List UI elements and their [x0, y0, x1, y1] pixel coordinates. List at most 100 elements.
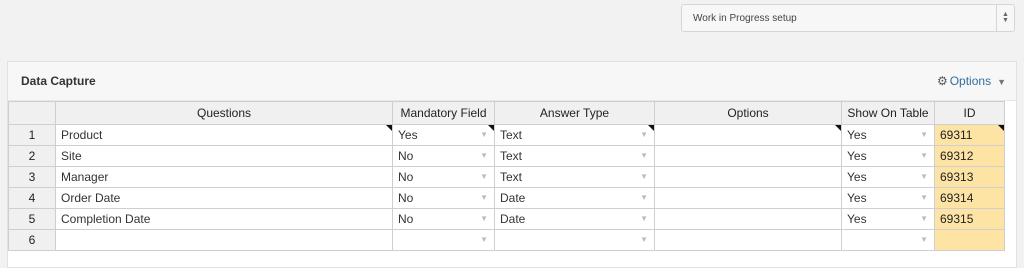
dropdown-arrow-icon[interactable]: ▼ — [920, 214, 928, 223]
data-capture-panel: Data Capture ⚙ Options ▼ Questions Mandato… — [7, 61, 1017, 268]
mandatory-field-cell[interactable]: No ▼ — [392, 166, 495, 188]
comment-marker-icon — [998, 125, 1004, 131]
id-cell: 69311 — [934, 124, 1005, 146]
dropdown-arrow-icon[interactable]: ▼ — [640, 193, 648, 202]
question-cell-value: Manager — [61, 170, 109, 184]
id-cell-value: 69314 — [940, 191, 974, 205]
row-number: 4 — [8, 187, 56, 209]
dropdown-arrow-icon[interactable]: ▼ — [480, 151, 488, 160]
row-number-value: 4 — [28, 191, 36, 205]
answer-type-cell[interactable]: Text ▼ — [494, 166, 655, 188]
dropdown-arrow-icon[interactable]: ▼ — [480, 235, 488, 244]
show-on-table-cell-value: Yes — [847, 128, 867, 142]
mandatory-field-cell[interactable]: No ▼ — [392, 208, 495, 230]
setup-select[interactable]: Work in Progress setup ▲ ▼ — [681, 4, 1015, 32]
dropdown-arrow-icon[interactable]: ▼ — [920, 130, 928, 139]
comment-marker-icon — [386, 125, 392, 131]
dropdown-arrow-icon[interactable]: ▼ — [480, 172, 488, 181]
column-header-questions[interactable]: Questions — [55, 101, 393, 125]
id-cell-value: 69313 — [940, 170, 974, 184]
column-header-mandatory-field[interactable]: Mandatory Field — [392, 101, 495, 125]
comment-marker-icon — [648, 125, 654, 131]
options-cell[interactable] — [654, 145, 842, 167]
id-cell-value: 69311 — [940, 128, 973, 142]
table-row: 5 Completion Date No ▼ Date ▼ Yes ▼ 69315 — [8, 208, 1005, 230]
table-row: 6 ▼ ▼ ▼ — [8, 229, 1005, 251]
options-label: Options — [949, 74, 992, 88]
row-number-value: 6 — [28, 233, 36, 247]
column-header-id[interactable]: ID — [934, 101, 1005, 125]
show-on-table-cell[interactable]: Yes ▼ — [841, 187, 935, 209]
answer-type-cell-value: Text — [500, 149, 523, 163]
dropdown-arrow-icon[interactable]: ▼ — [920, 193, 928, 202]
dropdown-arrow-icon[interactable]: ▼ — [640, 235, 648, 244]
table-row: 2 Site No ▼ Text ▼ Yes ▼ 69312 — [8, 145, 1005, 167]
row-number-value: 5 — [28, 212, 36, 226]
panel-header: Data Capture ⚙ Options ▼ — [8, 62, 1016, 101]
dropdown-arrow-icon[interactable]: ▼ — [480, 130, 488, 139]
mandatory-field-cell-value: No — [398, 170, 414, 184]
answer-type-cell[interactable]: ▼ — [494, 229, 655, 251]
question-cell[interactable]: Completion Date — [55, 208, 393, 230]
mandatory-field-cell[interactable]: No ▼ — [392, 187, 495, 209]
show-on-table-cell[interactable]: Yes ▼ — [841, 145, 935, 167]
id-cell: 69314 — [934, 187, 1005, 209]
mandatory-field-cell-value: No — [398, 191, 414, 205]
show-on-table-cell-value: Yes — [847, 170, 867, 184]
row-number: 1 — [8, 124, 56, 146]
mandatory-field-cell-value: Yes — [398, 128, 418, 142]
caret-down-icon: ▼ — [997, 77, 1006, 87]
answer-type-cell[interactable]: Text ▼ — [494, 124, 655, 146]
setup-select-value: Work in Progress setup — [693, 13, 797, 24]
answer-type-cell[interactable]: Date ▼ — [494, 208, 655, 230]
options-menu-button[interactable]: ⚙ Options ▼ — [937, 74, 1006, 88]
options-cell[interactable] — [654, 124, 842, 146]
show-on-table-cell-value: Yes — [847, 212, 867, 226]
question-cell[interactable]: Product — [55, 124, 393, 146]
answer-type-cell-value: Date — [500, 212, 526, 226]
column-header-answer-type[interactable]: Answer Type — [494, 101, 655, 125]
id-cell — [934, 229, 1005, 251]
show-on-table-cell[interactable]: ▼ — [841, 229, 935, 251]
question-cell[interactable]: Manager — [55, 166, 393, 188]
answer-type-cell-value: Text — [500, 128, 523, 142]
show-on-table-cell[interactable]: Yes ▼ — [841, 166, 935, 188]
dropdown-arrow-icon[interactable]: ▼ — [640, 151, 648, 160]
mandatory-field-cell[interactable]: ▼ — [392, 229, 495, 251]
dropdown-arrow-icon[interactable]: ▼ — [920, 151, 928, 160]
mandatory-field-cell[interactable]: Yes ▼ — [392, 124, 495, 146]
column-header-show-on-table[interactable]: Show On Table — [841, 101, 935, 125]
data-capture-grid: Questions Mandatory Field Answer Type Op… — [8, 101, 1005, 251]
question-cell-value: Product — [61, 128, 103, 142]
comment-marker-icon — [835, 125, 841, 131]
question-cell[interactable] — [55, 229, 393, 251]
dropdown-arrow-icon[interactable]: ▼ — [480, 193, 488, 202]
answer-type-cell[interactable]: Date ▼ — [494, 187, 655, 209]
dropdown-arrow-icon[interactable]: ▼ — [920, 172, 928, 181]
question-cell[interactable]: Order Date — [55, 187, 393, 209]
column-header-options[interactable]: Options — [654, 101, 842, 125]
mandatory-field-cell-value: No — [398, 212, 414, 226]
gear-icon: ⚙ — [936, 74, 948, 88]
mandatory-field-cell[interactable]: No ▼ — [392, 145, 495, 167]
dropdown-arrow-icon[interactable]: ▼ — [480, 214, 488, 223]
options-cell[interactable] — [654, 166, 842, 188]
corner-header — [8, 101, 56, 125]
row-number-value: 1 — [28, 128, 36, 142]
dropdown-arrow-icon[interactable]: ▼ — [640, 214, 648, 223]
show-on-table-cell[interactable]: Yes ▼ — [841, 208, 935, 230]
answer-type-cell[interactable]: Text ▼ — [494, 145, 655, 167]
options-cell[interactable] — [654, 229, 842, 251]
question-cell-value: Order Date — [61, 191, 121, 205]
options-cell[interactable] — [654, 187, 842, 209]
table-row: 4 Order Date No ▼ Date ▼ Yes ▼ 69314 — [8, 187, 1005, 209]
id-cell: 69312 — [934, 145, 1005, 167]
dropdown-arrow-icon[interactable]: ▼ — [920, 235, 928, 244]
dropdown-arrow-icon[interactable]: ▼ — [640, 172, 648, 181]
question-cell[interactable]: Site — [55, 145, 393, 167]
header-row: Questions Mandatory Field Answer Type Op… — [8, 101, 1005, 125]
show-on-table-cell-value: Yes — [847, 191, 867, 205]
dropdown-arrow-icon[interactable]: ▼ — [640, 130, 648, 139]
options-cell[interactable] — [654, 208, 842, 230]
show-on-table-cell[interactable]: Yes ▼ — [841, 124, 935, 146]
